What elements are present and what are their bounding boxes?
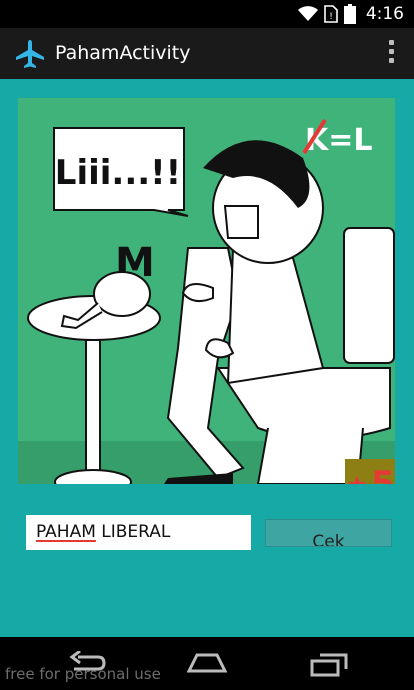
home-icon[interactable] [187, 651, 227, 673]
svg-text:!: ! [329, 12, 333, 22]
recent-apps-icon[interactable] [310, 651, 348, 677]
main-content: Liii...!! K=L M 5 PAHAM LIBERAL Cek [0, 79, 414, 637]
check-button-label: Cek [312, 532, 345, 547]
answer-rest: LIBERAL [95, 522, 171, 542]
action-bar: PahamActivity [0, 28, 414, 79]
answer-underlined-word: PAHAM [36, 522, 96, 542]
logo-text: K=L [305, 123, 373, 158]
level-badge: 5 [345, 459, 395, 484]
cartoon-illustration: Liii...!! K=L M [18, 98, 395, 484]
status-bar: ! 4:16 [0, 0, 414, 28]
no-sim-icon: ! [324, 5, 338, 23]
app-title: PahamActivity [55, 42, 191, 64]
level-number: 5 [371, 464, 395, 484]
airplane-icon [16, 40, 44, 68]
overflow-menu-icon[interactable] [386, 40, 396, 66]
wifi-icon [297, 6, 318, 21]
battery-icon [343, 4, 356, 24]
check-button[interactable]: Cek [265, 519, 392, 547]
star-icon [348, 476, 366, 484]
watermark-text: free for personal use [5, 665, 161, 683]
answer-input[interactable]: PAHAM LIBERAL [26, 515, 251, 550]
speech-text: Liii...!! [55, 153, 181, 193]
clock: 4:16 [365, 4, 404, 24]
puzzle-picture: Liii...!! K=L M 5 [18, 98, 395, 484]
status-icons: ! 4:16 [297, 4, 404, 24]
